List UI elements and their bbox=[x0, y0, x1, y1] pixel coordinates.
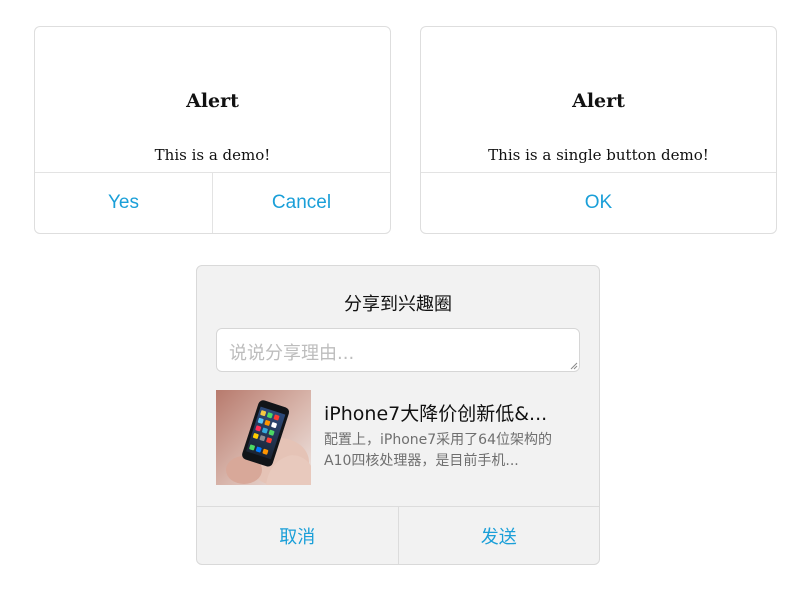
share-actions: 取消 发送 bbox=[197, 506, 599, 564]
alert-dialog-two-buttons: Alert This is a demo! Yes Cancel bbox=[34, 26, 391, 234]
alert-dialog-single-button: Alert This is a single button demo! OK bbox=[420, 26, 777, 234]
yes-button[interactable]: Yes bbox=[35, 173, 212, 233]
alert-title: Alert bbox=[186, 90, 239, 112]
cancel-button[interactable]: 取消 bbox=[197, 507, 398, 564]
alert-title: Alert bbox=[572, 90, 625, 112]
alert-message: This is a demo! bbox=[154, 146, 271, 164]
shared-item-title: iPhone7大降价创新低&... bbox=[324, 403, 548, 425]
product-thumbnail bbox=[216, 390, 311, 485]
alert-actions: OK bbox=[421, 172, 776, 233]
cancel-button[interactable]: Cancel bbox=[212, 173, 390, 233]
alert-message: This is a single button demo! bbox=[488, 146, 709, 164]
share-reason-input[interactable] bbox=[216, 328, 580, 372]
send-button[interactable]: 发送 bbox=[397, 507, 600, 564]
share-dialog: 分享到兴趣圈 说说分享理由... iPhone7大降价创新低&... 配置上，i… bbox=[196, 265, 600, 565]
share-dialog-title: 分享到兴趣圈 bbox=[344, 294, 452, 315]
resize-grip-icon[interactable] bbox=[570, 362, 578, 370]
alert-actions: Yes Cancel bbox=[35, 172, 390, 233]
ok-button[interactable]: OK bbox=[421, 173, 776, 233]
shared-item-description: 配置上，iPhone7采用了64位架构的A10四核处理器，是目前手机... bbox=[324, 432, 552, 469]
